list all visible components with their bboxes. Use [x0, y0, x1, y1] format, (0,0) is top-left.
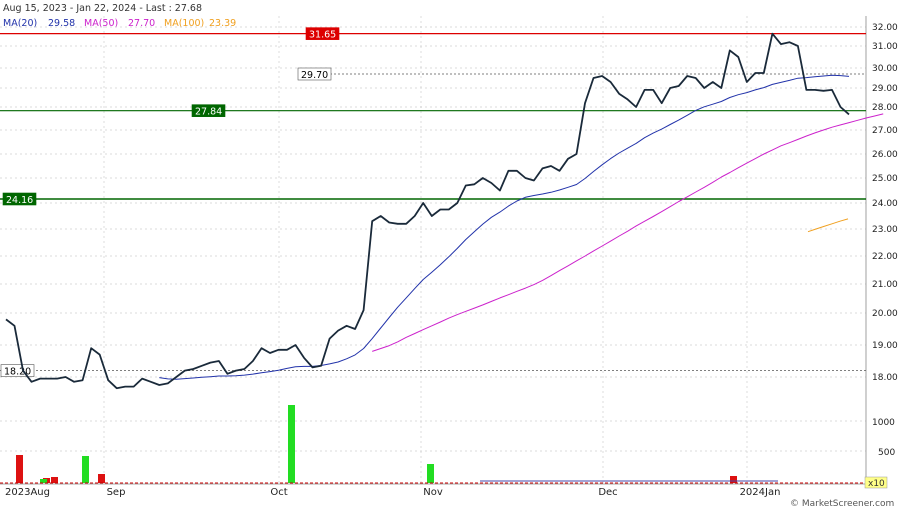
x-axis-ticks: 2023Aug Sep Oct Nov Dec 2024Jan — [5, 487, 780, 498]
y-tick-label: 25.00 — [872, 174, 898, 184]
stock-chart: Aug 15, 2023 - Jan 22, 2024 - Last : 27.… — [0, 3, 898, 509]
y-tick-label: 26.00 — [872, 150, 898, 160]
x-tick-label: Oct — [270, 487, 287, 498]
level-label: 31.65 — [309, 30, 336, 41]
chart-title: Aug 15, 2023 - Jan 22, 2024 - Last : 27.… — [3, 3, 202, 14]
volume-bar — [16, 455, 23, 483]
x-tick-label: Dec — [598, 487, 617, 498]
x-tick-label: 2023Aug — [5, 487, 50, 498]
level-label: 29.70 — [301, 70, 328, 81]
y-tick-label: 32.00 — [872, 23, 898, 33]
chart-header: Aug 15, 2023 - Jan 22, 2024 - Last : 27.… — [3, 3, 236, 29]
price-line — [5, 32, 850, 390]
grid-lines — [0, 16, 867, 485]
y-tick-label: 19.00 — [872, 341, 898, 351]
y-tick-label: 22.00 — [872, 252, 898, 262]
y-tick-label: 30.00 — [872, 64, 898, 74]
volume-tick-500: 500 — [878, 448, 895, 458]
volume-bar — [427, 464, 434, 483]
volume-tick-1000: 1000 — [872, 418, 895, 428]
volume-bar — [40, 479, 47, 483]
price-series — [5, 32, 884, 390]
y-tick-label: 18.00 — [872, 373, 898, 383]
y-axis-ticks: 32.00 31.00 30.00 29.00 28.00 27.00 26.00 25.00… — [872, 23, 898, 383]
volume-multiplier: x10 — [868, 479, 885, 489]
volume-bar — [288, 405, 295, 483]
ma20-line — [159, 74, 850, 380]
y-tick-label: 27.00 — [872, 126, 898, 136]
volume-bar — [51, 477, 58, 483]
ma100-line — [807, 218, 849, 233]
credit-text: © MarketScreener.com — [790, 499, 894, 509]
volume-bar — [730, 476, 737, 483]
ma100-value: 23.39 — [209, 18, 236, 29]
volume-bar — [82, 456, 89, 483]
y-tick-label: 29.00 — [872, 84, 898, 94]
volume-bar — [98, 474, 105, 483]
y-tick-label: 23.00 — [872, 225, 898, 235]
level-label: 27.84 — [195, 107, 222, 118]
volume-bars — [0, 405, 866, 484]
y-tick-label: 21.00 — [872, 280, 898, 290]
volume-axis: 1000 500 — [872, 418, 895, 458]
x-tick-label: Sep — [107, 487, 126, 498]
y-tick-label: 28.00 — [872, 103, 898, 113]
ma50-line — [372, 113, 884, 352]
y-tick-label: 31.00 — [872, 42, 898, 52]
y-tick-label: 20.00 — [872, 309, 898, 319]
y-tick-label: 24.00 — [872, 199, 898, 209]
x-tick-label: 2024Jan — [740, 487, 781, 498]
level-label: 24.16 — [6, 195, 33, 206]
x-tick-label: Nov — [423, 487, 443, 498]
